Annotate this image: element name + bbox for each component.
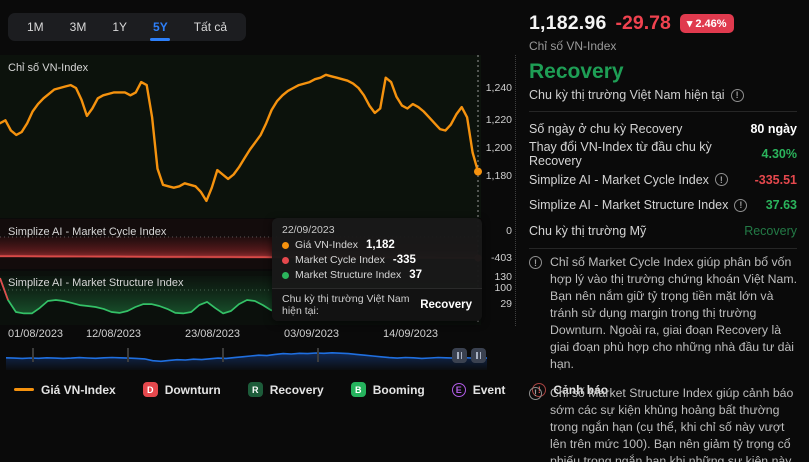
range-button-1y[interactable]: 1Y xyxy=(99,13,140,41)
info-icon[interactable]: ! xyxy=(529,387,542,400)
legend-label: Booming xyxy=(373,383,425,397)
tooltip-row-label: Market Structure Index xyxy=(295,269,401,281)
red-dot-icon xyxy=(282,257,289,264)
navigator-tick xyxy=(317,348,319,362)
stat-row-change: Thay đổi VN-Index từ đầu chu kỳ Recovery… xyxy=(529,142,797,168)
x-label-4: 03/09/2023 xyxy=(284,328,339,340)
legend-item-downturn[interactable]: D Downturn xyxy=(143,382,221,397)
y-label-neg403: -403 xyxy=(483,252,512,264)
stat-row-structure-index: Simplize AI - Market Structure Index! 37… xyxy=(529,193,797,219)
tooltip-row-label: Giá VN-Index xyxy=(295,239,358,251)
line-sample-icon xyxy=(14,388,34,391)
range-button-1m[interactable]: 1M xyxy=(14,13,57,41)
y-label-1220: 1,220 xyxy=(483,114,512,126)
recovery-badge-icon: R xyxy=(248,382,263,397)
chart-legend: Giá VN-Index D Downturn R Recovery B Boo… xyxy=(14,382,608,397)
navigator-tick xyxy=(32,348,34,362)
current-cycle-name: Recovery xyxy=(529,60,624,84)
notes-section: ! Chỉ số Market Cycle Index giúp phân bổ… xyxy=(529,254,797,462)
vn-index-chart-title: Chỉ số VN-Index xyxy=(8,62,88,74)
percent-change-value: 2.46% xyxy=(695,18,726,30)
active-range-underline xyxy=(150,38,170,41)
navigator-tick xyxy=(127,348,129,362)
green-dot-icon xyxy=(282,272,289,279)
tooltip-row-value: 1,182 xyxy=(366,239,395,251)
percent-change-badge: ▾ 2.46% xyxy=(680,14,734,33)
y-label-1180: 1,180 xyxy=(483,170,512,182)
legend-label: Event xyxy=(473,383,506,397)
market-cycle-chart-title: Simplize AI - Market Cycle Index xyxy=(8,226,166,238)
stat-value: 4.30% xyxy=(762,147,797,161)
legend-item-vnindex[interactable]: Giá VN-Index xyxy=(14,383,116,397)
tooltip-footer-value: Recovery xyxy=(420,299,472,311)
stat-row-days: Số ngày ở chu kỳ Recovery! 80 ngày xyxy=(529,116,797,142)
navigator-tick xyxy=(222,348,224,362)
legend-item-booming[interactable]: B Booming xyxy=(351,382,425,397)
stats-table: Số ngày ở chu kỳ Recovery! 80 ngày Thay … xyxy=(529,111,797,249)
market-structure-chart-title: Simplize AI - Market Structure Index xyxy=(8,277,183,289)
vn-index-price: 1,182.96 xyxy=(529,12,607,35)
x-axis: 01/08/2023 12/08/2023 23/08/2023 03/09/2… xyxy=(0,328,481,342)
down-arrow-icon: ▾ xyxy=(687,17,693,30)
navigator-chart[interactable] xyxy=(0,344,520,370)
tooltip-row-value: -335 xyxy=(393,254,416,266)
note-text: Chỉ số Market Structure Index giúp cảnh … xyxy=(550,385,797,462)
tooltip-date: 22/09/2023 xyxy=(282,224,472,236)
y-label-100: 100 xyxy=(483,282,512,294)
info-icon[interactable]: ! xyxy=(734,199,747,212)
time-range-selector: 1M 3M 1Y 5Y Tất cả xyxy=(8,13,246,41)
tooltip-row-value: 37 xyxy=(409,269,422,281)
downturn-badge-icon: D xyxy=(143,382,158,397)
legend-item-recovery[interactable]: R Recovery xyxy=(248,382,324,397)
range-button-3m[interactable]: 3M xyxy=(57,13,100,41)
y-label-1240: 1,240 xyxy=(483,82,512,94)
range-button-5y-label: 5Y xyxy=(153,20,168,34)
x-label-3: 23/08/2023 xyxy=(185,328,240,340)
range-button-5y[interactable]: 5Y xyxy=(140,13,181,41)
info-icon[interactable]: ! xyxy=(715,173,728,186)
event-circle-icon: E xyxy=(452,383,466,397)
price-subtitle: Chỉ số VN-Index xyxy=(529,39,616,53)
price-row: 1,182.96 -29.78 ▾ 2.46% xyxy=(529,12,734,35)
range-button-all[interactable]: Tất cả xyxy=(181,13,240,41)
stat-label: Số ngày ở chu kỳ Recovery xyxy=(529,122,682,136)
stat-row-us-cycle: Chu kỳ thị trường Mỹ! Recovery xyxy=(529,218,797,244)
chart-tooltip: 22/09/2023 Giá VN-Index 1,182 Market Cyc… xyxy=(272,218,482,321)
y-label-0: 0 xyxy=(483,225,512,237)
price-change: -29.78 xyxy=(616,12,671,35)
booming-badge-icon: B xyxy=(351,382,366,397)
tooltip-row-label: Market Cycle Index xyxy=(295,254,385,266)
stat-label: Chu kỳ thị trường Mỹ xyxy=(529,224,646,238)
info-icon[interactable]: ! xyxy=(529,256,542,269)
legend-label: Downturn xyxy=(165,383,221,397)
note-market-structure: ! Chỉ số Market Structure Index giúp cản… xyxy=(529,385,797,462)
stat-value: Recovery xyxy=(744,224,797,238)
legend-label: Recovery xyxy=(270,383,324,397)
tooltip-footer-label: Chu kỳ thị trường Việt Nam hiện tại: xyxy=(282,293,415,317)
stat-value: 37.63 xyxy=(766,198,797,212)
market-cycle-dashboard: 1M 3M 1Y 5Y Tất cả Chỉ số VN-Index Simpl… xyxy=(0,0,809,462)
stat-label: Thay đổi VN-Index từ đầu chu kỳ Recovery xyxy=(529,140,762,168)
x-label-1: 01/08/2023 xyxy=(8,328,63,340)
stat-label: Simplize AI - Market Structure Index xyxy=(529,198,728,212)
legend-label: Giá VN-Index xyxy=(41,383,116,397)
cycle-caption-text: Chu kỳ thị trường Việt Nam hiện tại xyxy=(529,88,725,102)
stat-value: 80 ngày xyxy=(750,122,797,136)
current-cycle-caption: Chu kỳ thị trường Việt Nam hiện tại ! xyxy=(529,88,744,102)
navigator-right-handle[interactable] xyxy=(471,348,486,363)
note-market-cycle: ! Chỉ số Market Cycle Index giúp phân bổ… xyxy=(529,254,797,373)
stat-label: Simplize AI - Market Cycle Index xyxy=(529,173,709,187)
x-label-5: 14/09/2023 xyxy=(383,328,438,340)
note-text: Chỉ số Market Cycle Index giúp phân bổ v… xyxy=(550,254,797,373)
info-icon[interactable]: ! xyxy=(731,89,744,102)
stat-row-cycle-index: Simplize AI - Market Cycle Index! -335.5… xyxy=(529,167,797,193)
stat-value: -335.51 xyxy=(755,173,797,187)
y-label-29: 29 xyxy=(483,298,512,310)
y-label-1200: 1,200 xyxy=(483,142,512,154)
navigator-left-handle[interactable] xyxy=(452,348,467,363)
legend-item-event[interactable]: E Event xyxy=(452,383,506,397)
x-label-2: 12/08/2023 xyxy=(86,328,141,340)
orange-dot-icon xyxy=(282,242,289,249)
